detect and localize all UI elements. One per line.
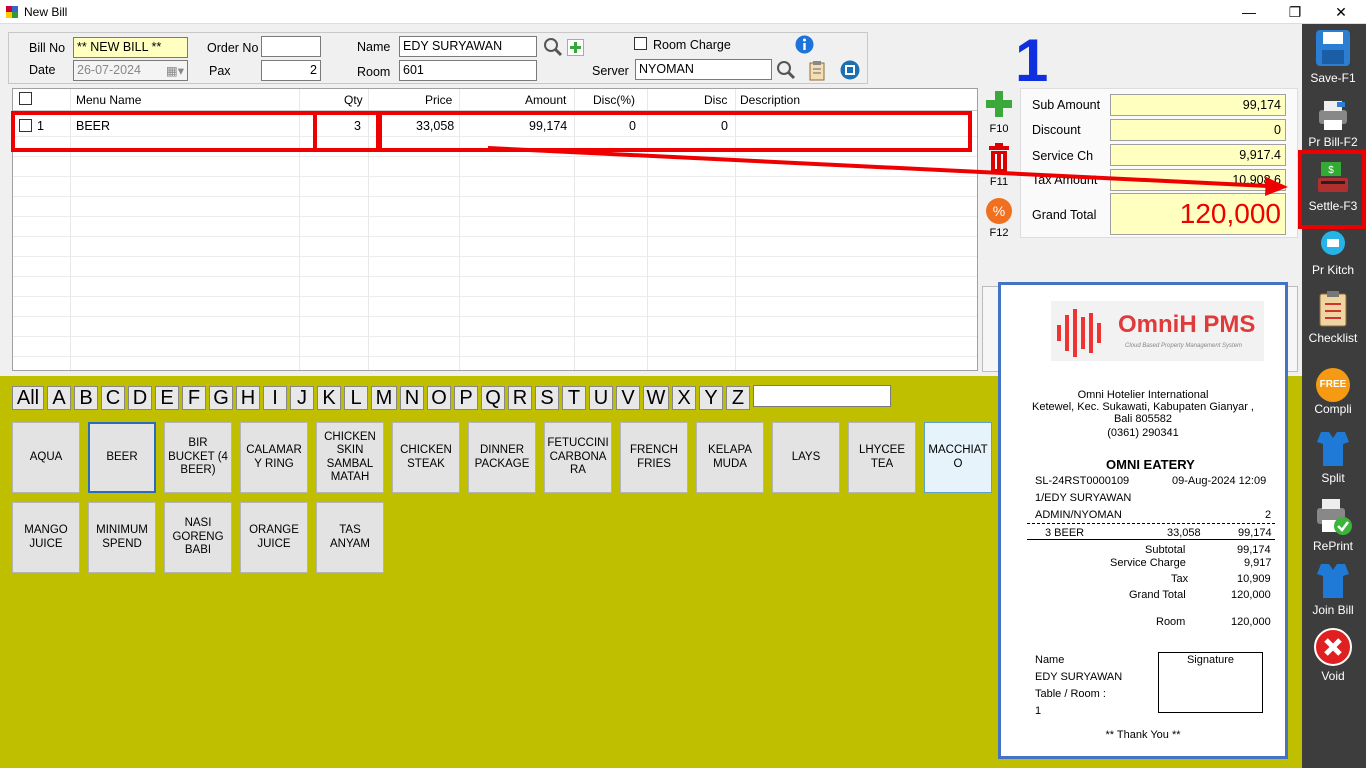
- annotation-arrow: [487, 146, 1288, 196]
